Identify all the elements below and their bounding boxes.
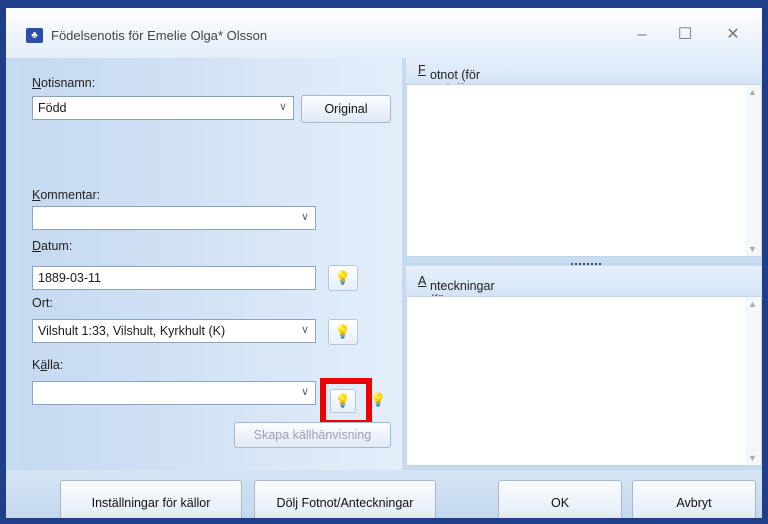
highlight-box	[320, 378, 372, 426]
anteckningar-scrollbar[interactable]: ▲ ▼	[745, 297, 761, 465]
scroll-down-icon[interactable]: ▼	[748, 453, 757, 463]
skapa-kallhanvisning-button[interactable]: Skapa källhänvisning	[234, 422, 391, 448]
fotnot-scrollbar[interactable]: ▲ ▼	[745, 85, 761, 256]
anteckningar-textarea[interactable]: ▲ ▼	[406, 296, 762, 466]
ok-button[interactable]: OK	[498, 480, 622, 518]
chevron-down-icon: ∨	[300, 211, 309, 223]
fotnot-header: Fotnot (för utskrifter, webbsidor, med m…	[406, 58, 762, 138]
dolj-fotnot-anteckningar-button[interactable]: Dölj Fotnot/Anteckningar	[254, 480, 436, 518]
scroll-up-icon[interactable]: ▲	[748, 87, 757, 97]
original-button[interactable]: Original	[301, 95, 391, 123]
fotnot-label: Fotnot (för utskrifter, webbsidor, med m…	[418, 63, 490, 138]
minimize-icon[interactable]: –	[631, 24, 653, 46]
window-title: Födelsenotis för Emelie Olga* Olsson	[51, 28, 268, 43]
dialog-window: ♣ Födelsenotis för Emelie Olga* Olsson –…	[0, 0, 768, 524]
chevron-down-icon: ∨	[300, 386, 309, 398]
kalla-label: Källa:	[32, 358, 64, 372]
avbryt-button[interactable]: Avbryt	[632, 480, 756, 518]
scroll-up-icon[interactable]: ▲	[748, 299, 757, 309]
fotnot-textarea[interactable]: ▲ ▼	[406, 84, 762, 257]
app-icon: ♣	[26, 28, 43, 43]
datum-value: 1889-03-11	[38, 271, 102, 285]
chevron-down-icon: ∨	[278, 101, 287, 113]
ort-select[interactable]: Vilshult 1:33, Vilshult, Kyrkhult (K) ∨	[32, 319, 316, 343]
anteckningar-header: Anteckningar (för forskning, komihåg, os…	[406, 266, 762, 349]
maximize-icon[interactable]: ☐	[674, 24, 696, 46]
title-bar: ♣ Födelsenotis för Emelie Olga* Olsson –…	[6, 8, 762, 58]
kommentar-label: Kommentar:	[32, 188, 101, 202]
close-icon[interactable]: ✕	[722, 24, 744, 46]
notisnamn-value: Född	[38, 101, 67, 115]
ort-label: Ort:	[32, 296, 53, 310]
notisnamn-select[interactable]: Född ∨	[32, 96, 294, 120]
kommentar-select[interactable]: ∨	[32, 206, 316, 230]
datum-label: Datum:	[32, 239, 73, 253]
chevron-down-icon: ∨	[300, 324, 309, 336]
datum-input[interactable]: 1889-03-11	[32, 266, 316, 290]
notisnamn-label: Notisnamn:	[32, 76, 96, 90]
kalla-select[interactable]: ∨	[32, 381, 316, 405]
kalla-multi-lightbulb-icon[interactable]: 💡	[370, 389, 390, 411]
anteckningar-label: Anteckningar (för forskning, komihåg, os…	[418, 274, 495, 349]
ort-lightbulb-icon[interactable]: 💡	[328, 319, 358, 345]
scroll-down-icon[interactable]: ▼	[748, 244, 757, 254]
ort-value: Vilshult 1:33, Vilshult, Kyrkhult (K)	[38, 324, 226, 338]
datum-lightbulb-icon[interactable]: 💡	[328, 265, 358, 291]
installningar-for-kallor-button[interactable]: Inställningar för källor	[60, 480, 242, 518]
